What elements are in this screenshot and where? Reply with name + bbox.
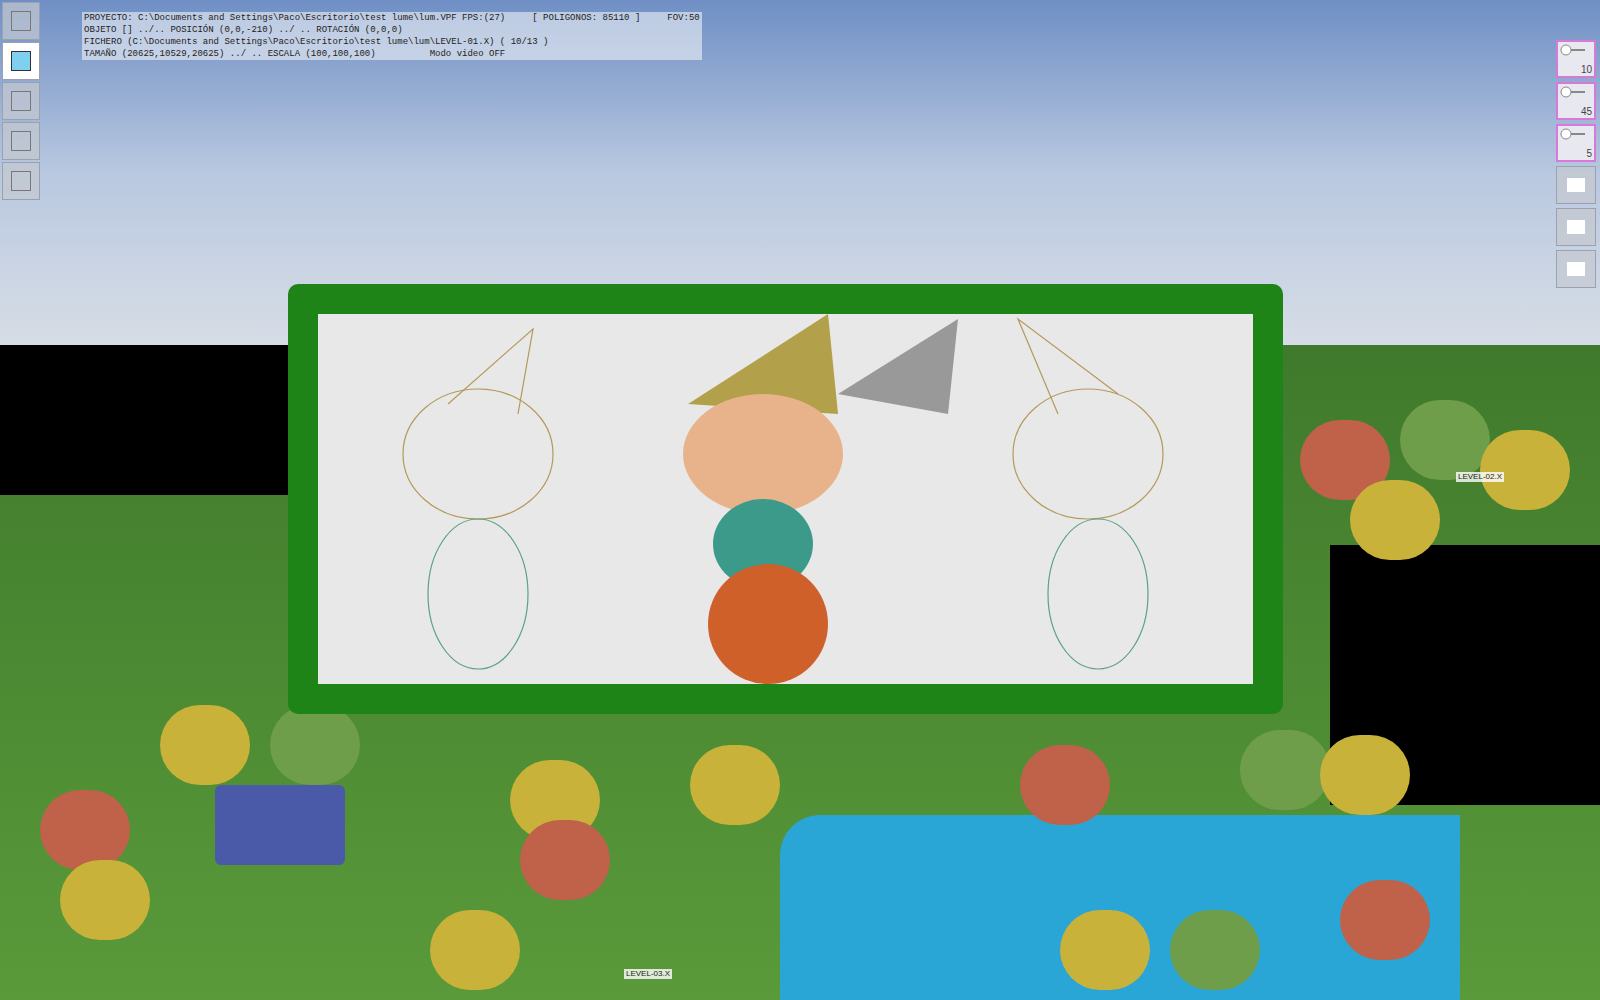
tree: [1340, 880, 1430, 960]
tree: [1060, 910, 1150, 990]
tree: [1240, 730, 1330, 810]
view-icon: [1567, 220, 1585, 234]
tool-icon: [11, 91, 31, 111]
tool-icon: [11, 51, 31, 71]
tree: [430, 910, 520, 990]
info-line: PROYECTO: C:\Documents and Settings\Paco…: [82, 12, 702, 24]
counter-value: 5: [1586, 148, 1592, 160]
tree: [1350, 480, 1440, 560]
editor-screen: PROYECTO: C:\Documents and Settings\Paco…: [0, 0, 1600, 1000]
right-toolbar: 10 45 5: [1556, 40, 1596, 288]
tool-button[interactable]: [2, 82, 40, 120]
counter-button[interactable]: 45: [1556, 82, 1596, 120]
counter-button[interactable]: 5: [1556, 124, 1596, 162]
tree: [690, 745, 780, 825]
character-render-icon: [318, 314, 1253, 684]
tree: [1480, 430, 1570, 510]
counter-value: 45: [1581, 106, 1592, 118]
tool-button[interactable]: [2, 42, 40, 80]
tree: [160, 705, 250, 785]
left-toolbar: [2, 2, 40, 200]
tree: [60, 860, 150, 940]
tool-icon: [11, 11, 31, 31]
view-button[interactable]: [1556, 208, 1596, 246]
tool-icon: [1560, 84, 1586, 100]
preview-panel: [288, 284, 1283, 714]
tool-icon: [11, 171, 31, 191]
house: [215, 785, 345, 865]
tree: [40, 790, 130, 870]
info-line: TAMAÑO (20625,10529,20625) ../ .. ESCALA…: [82, 48, 702, 60]
counter-value: 10: [1581, 64, 1592, 76]
tool-button[interactable]: [2, 122, 40, 160]
tool-icon: [1560, 42, 1586, 58]
tool-button[interactable]: [2, 2, 40, 40]
info-panel: PROYECTO: C:\Documents and Settings\Paco…: [82, 12, 702, 60]
tree: [1400, 400, 1490, 480]
tool-icon: [11, 131, 31, 151]
tree: [270, 705, 360, 785]
tool-icon: [1560, 126, 1586, 142]
scene-label: LEVEL-02.X: [1456, 472, 1504, 482]
tree: [1020, 745, 1110, 825]
scene-label: LEVEL-03.X: [624, 969, 672, 979]
view-icon: [1567, 178, 1585, 192]
info-line: FICHERO (C:\Documents and Settings\Paco\…: [82, 36, 702, 48]
view-icon: [1567, 262, 1585, 276]
tool-button[interactable]: [2, 162, 40, 200]
info-line: OBJETO [] ../.. POSICIÓN (0,0,-210) ../ …: [82, 24, 702, 36]
tree: [1170, 910, 1260, 990]
view-button[interactable]: [1556, 166, 1596, 204]
counter-button[interactable]: 10: [1556, 40, 1596, 78]
character-render: [318, 314, 1253, 684]
tree: [1320, 735, 1410, 815]
view-button[interactable]: [1556, 250, 1596, 288]
tree: [520, 820, 610, 900]
